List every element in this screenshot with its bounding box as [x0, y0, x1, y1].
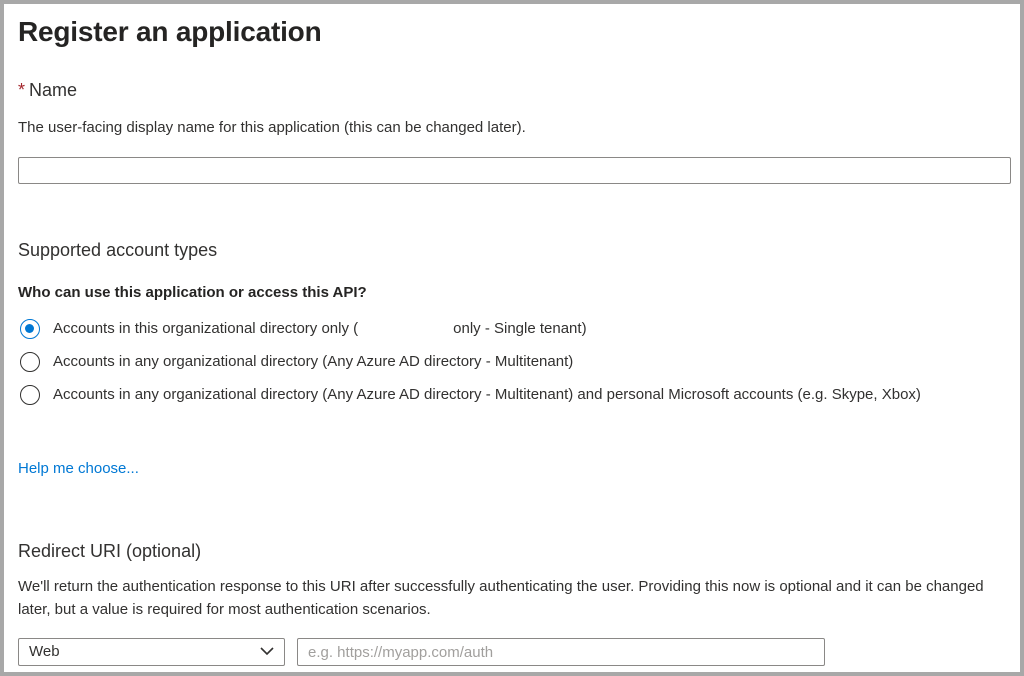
radio-button[interactable] [20, 385, 40, 405]
name-description: The user-facing display name for this ap… [18, 119, 526, 136]
redirect-uri-heading: Redirect URI (optional) [18, 541, 202, 561]
radio-button-checked[interactable] [20, 319, 40, 339]
platform-select-value: Web [29, 643, 60, 660]
name-label-text: Name [29, 80, 78, 100]
radio-label-multitenant: Accounts in any organizational directory… [53, 353, 574, 370]
help-me-choose-link[interactable]: Help me choose... [18, 460, 139, 477]
account-types-heading: Supported account types [18, 240, 218, 260]
page-title: Register an application [18, 16, 322, 47]
dialog-frame: Register an application * Name The user-f… [0, 0, 1024, 676]
name-field-label: * Name [18, 80, 77, 101]
required-asterisk: * [18, 80, 26, 100]
radio-button[interactable] [20, 352, 40, 372]
radio-label-single-tenant: Accounts in this organizational director… [53, 320, 587, 337]
radio-label-multitenant-personal: Accounts in any organizational directory… [53, 386, 921, 403]
platform-select[interactable]: Web [18, 638, 285, 666]
radio-option-multitenant-personal[interactable]: Accounts in any organizational directory… [20, 384, 1003, 406]
account-types-question: Who can use this application or access t… [18, 284, 367, 301]
redirect-uri-description: We'll return the authentication response… [18, 578, 984, 618]
radio-option-multitenant[interactable]: Accounts in any organizational directory… [20, 351, 1003, 373]
redirect-uri-input[interactable] [297, 638, 825, 666]
name-input[interactable] [18, 157, 1011, 184]
chevron-down-icon [260, 647, 274, 656]
radio-option-single-tenant[interactable]: Accounts in this organizational director… [20, 318, 1003, 340]
